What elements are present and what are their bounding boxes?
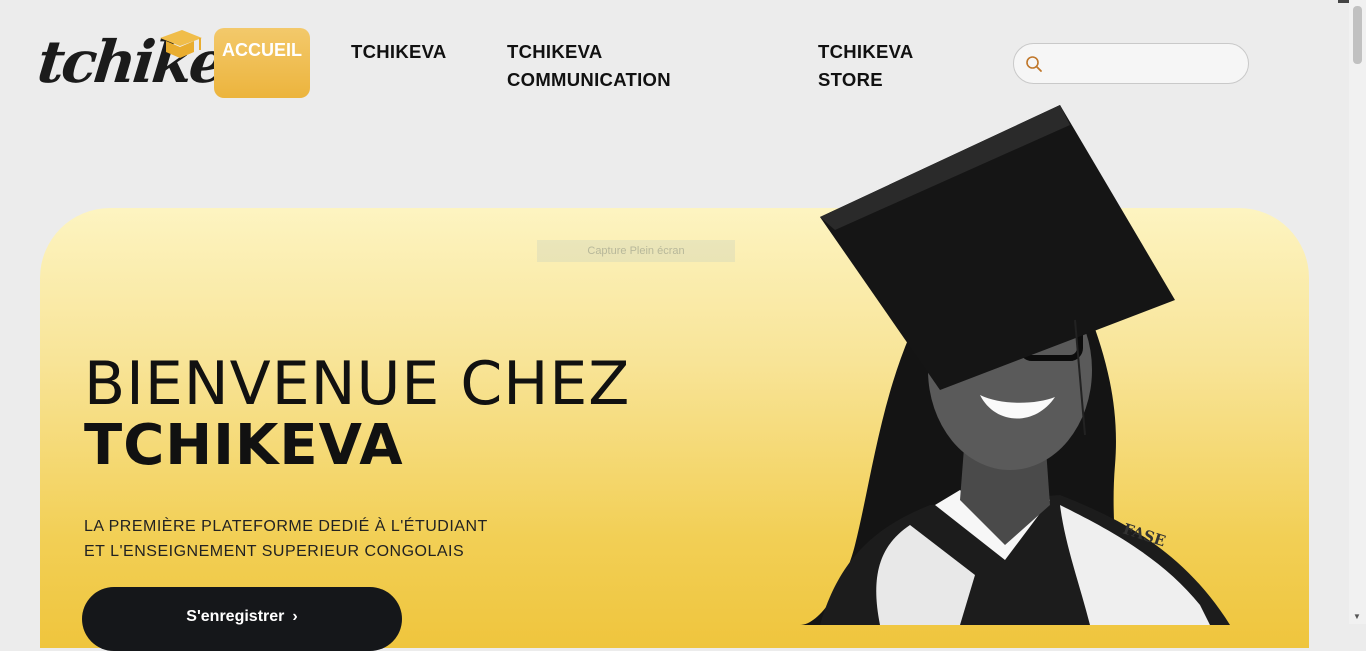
scrollbar[interactable]: ▼ bbox=[1349, 0, 1366, 624]
scroll-down-arrow-icon[interactable]: ▼ bbox=[1353, 612, 1361, 621]
brand-logo[interactable]: tchikeva bbox=[34, 22, 292, 106]
hero-subtitle-line2: ET L'ENSEIGNEMENT SUPERIEUR CONGOLAIS bbox=[84, 543, 465, 560]
nav-label-line1: TCHIKEVA bbox=[507, 41, 603, 62]
hero-title-line1: BIENVENUE CHEZ bbox=[84, 349, 631, 419]
nav-tchikeva[interactable]: TCHIKEVA bbox=[351, 38, 447, 66]
nav-tchikeva-communication[interactable]: TCHIKEVA COMMUNICATION bbox=[507, 38, 707, 94]
search-icon bbox=[1026, 56, 1042, 72]
capture-overlay-label: Capture Plein écran bbox=[537, 240, 735, 262]
hero-subtitle-line1: LA PREMIÈRE PLATEFORME DEDIÉ À L'ÉTUDIAN… bbox=[84, 518, 488, 535]
graduate-photo: FASE bbox=[800, 105, 1230, 625]
nav-label-line1: TCHIKEVA bbox=[818, 41, 914, 62]
search-input[interactable] bbox=[1052, 50, 1241, 79]
scrollbar-thumb[interactable] bbox=[1353, 6, 1362, 64]
hero-title-line2: TCHIKEVA bbox=[84, 413, 404, 478]
hero-subtitle: LA PREMIÈRE PLATEFORME DEDIÉ À L'ÉTUDIAN… bbox=[84, 514, 524, 564]
nav-label-line2: COMMUNICATION bbox=[507, 69, 671, 90]
nav-tchikeva-label: TCHIKEVA bbox=[351, 41, 447, 62]
nav-tchikeva-store[interactable]: TCHIKEVA STORE bbox=[818, 38, 928, 94]
chevron-right-icon: › bbox=[292, 608, 298, 625]
nav-accueil[interactable]: ACCUEIL bbox=[214, 28, 310, 98]
register-button[interactable]: S'enregistrer › bbox=[82, 587, 402, 651]
nav-label-line2: STORE bbox=[818, 69, 883, 90]
graduation-cap-icon bbox=[160, 30, 202, 58]
register-button-label: S'enregistrer bbox=[186, 608, 285, 625]
search-box[interactable] bbox=[1013, 43, 1249, 84]
